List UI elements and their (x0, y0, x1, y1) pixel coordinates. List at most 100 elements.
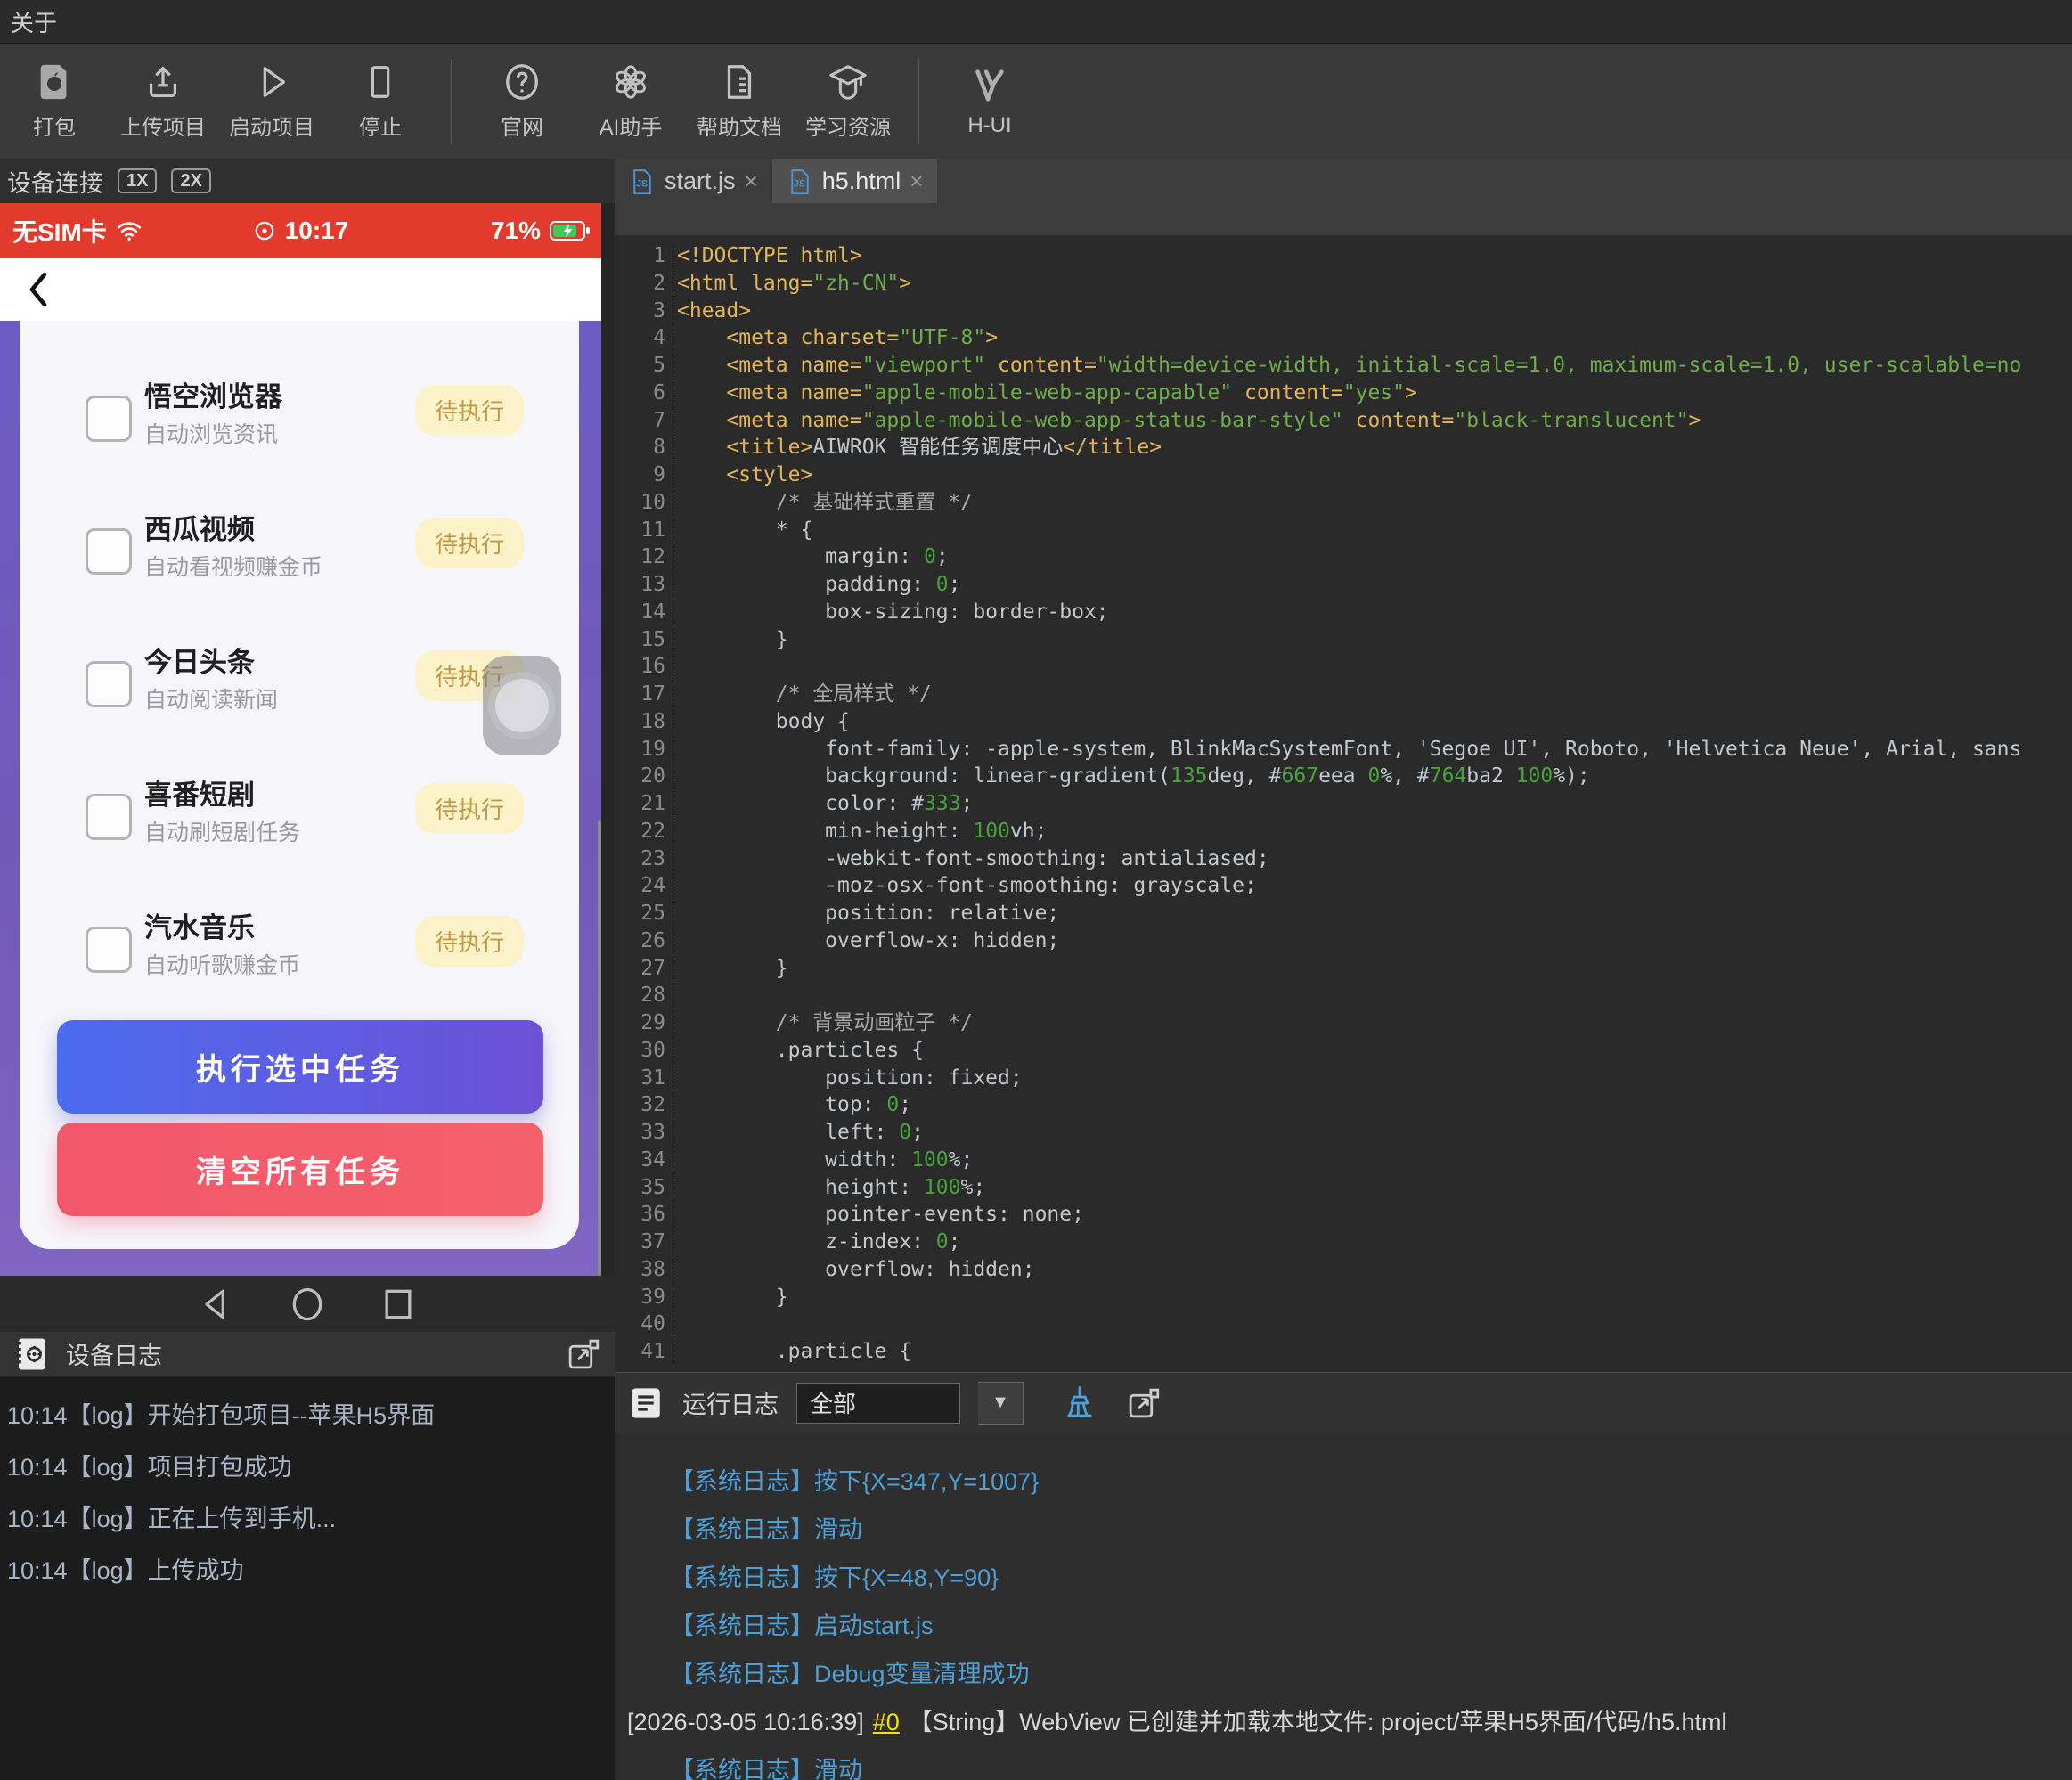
toolbar-divider (451, 58, 452, 144)
device-log-body[interactable]: 10:14【log】开始打包项目--苹果H5界面 10:14【log】项目打包成功… (0, 1377, 615, 1780)
line-number: 14 (615, 598, 673, 626)
line-text: color: #333; (677, 792, 974, 815)
code-line: 11 * { (615, 516, 2072, 544)
code-line: 13 padding: 0; (615, 571, 2072, 599)
task-subtitle: 自动浏览资讯 (144, 422, 279, 447)
task-checkbox[interactable] (86, 528, 132, 575)
phone-mirror[interactable]: 10:17 无SIM卡 71% 悟空浏览器 自动浏览资讯 待执行 西瓜视频 自动看视频赚… (0, 203, 601, 1276)
openai-icon (610, 61, 651, 102)
run-log-filter-dropdown-icon[interactable]: ▼ (978, 1381, 1024, 1425)
line-text: /* 背景动画粒子 */ (677, 1011, 973, 1034)
line-number: 19 (615, 735, 673, 763)
tab-h5-html-close-icon[interactable]: × (910, 167, 923, 195)
run-log-popout-icon[interactable] (1125, 1384, 1162, 1422)
clock-icon (253, 219, 276, 242)
line-text: font-family: -apple-system, BlinkMacSyst… (677, 737, 2022, 761)
back-chevron-icon[interactable] (23, 269, 53, 310)
line-text: -webkit-font-smoothing: antialiased; (677, 846, 1269, 870)
line-number: 25 (615, 900, 673, 927)
run-log-body[interactable]: 【系统日志】按下{X=347,Y=1007} 【系统日志】滑动 【系统日志】按下{X… (615, 1433, 2072, 1780)
tab-start-js-close-icon[interactable]: × (745, 167, 758, 195)
device-panel-header: 设备连接 1X 2X (0, 159, 615, 203)
line-number: 39 (615, 1283, 673, 1311)
mirror-zoom-1x-button[interactable]: 1X (118, 168, 158, 193)
document-icon (719, 61, 760, 102)
stop-button[interactable]: 停止 (326, 52, 435, 151)
task-subtitle: 自动刷短剧任务 (144, 821, 301, 845)
official-site-button[interactable]: 官网 (468, 52, 576, 151)
code-line: 3 <head> (615, 297, 2072, 325)
line-text: left: 0; (677, 1121, 924, 1144)
task-subtitle: 自动听歌赚金币 (144, 953, 301, 978)
log-anchor-link[interactable]: #0 (873, 1709, 900, 1735)
device-panel-scrollbar[interactable] (598, 820, 601, 1276)
code-line: 2 <html lang="zh-CN"> (615, 269, 2072, 298)
line-number: 23 (615, 845, 673, 873)
tab-start-js[interactable]: JS start.js × (615, 159, 772, 203)
run-log-entry: 【系统日志】Debug变量清理成功 (670, 1661, 1030, 1687)
task-checkbox[interactable] (86, 927, 132, 973)
task-checkbox[interactable] (86, 794, 132, 840)
hui-home-button[interactable]: H-UI (935, 52, 1044, 151)
line-number: 31 (615, 1064, 673, 1092)
execute-selected-button[interactable]: 执行选中任务 (57, 1020, 543, 1114)
nav-home-icon[interactable] (288, 1285, 327, 1324)
task-checkbox[interactable] (86, 661, 132, 707)
line-number: 7 (615, 406, 673, 435)
menu-about[interactable]: 关于 (0, 5, 68, 38)
line-text: overflow: hidden; (677, 1257, 1035, 1281)
upload-project-button[interactable]: 上传项目 (109, 52, 217, 151)
nav-recents-icon[interactable] (379, 1285, 418, 1324)
run-log-title: 运行日志 (682, 1392, 779, 1418)
code-line: 23 -webkit-font-smoothing: antialiased; (615, 845, 2072, 873)
code-line: 20 background: linear-gradient(135deg, #… (615, 763, 2072, 790)
app-window: 关于 打包 上传项目 启动项目 停止 官网 AI助手 帮助文档 学习资源 H-U… (0, 0, 2072, 1780)
code-line: 37 z-index: 0; (615, 1229, 2072, 1256)
clear-log-broom-icon[interactable] (1061, 1384, 1098, 1422)
code-line: 28 (615, 982, 2072, 1009)
line-text: <title>AIWROK 智能任务调度中心</title> (677, 436, 1162, 460)
start-project-button[interactable]: 启动项目 (217, 52, 326, 151)
device-log-title: 设备日志 (66, 1343, 162, 1369)
code-line: 7 <meta name="apple-mobile-web-app-statu… (615, 406, 2072, 435)
line-text: <!DOCTYPE html> (677, 244, 862, 267)
stop-label: 停止 (359, 116, 402, 140)
code-line: 15 } (615, 625, 2072, 654)
learning-resources-button[interactable]: 学习资源 (794, 52, 902, 151)
line-number: 26 (615, 927, 673, 955)
code-line: 18 body { (615, 707, 2072, 736)
line-text: /* 全局样式 */ (677, 682, 932, 706)
line-number: 34 (615, 1146, 673, 1174)
code-line: 35 height: 100%; (615, 1173, 2072, 1202)
task-title: 西瓜视频 (144, 514, 255, 545)
task-checkbox[interactable] (86, 396, 132, 442)
task-status-badge: 待执行 (414, 518, 524, 568)
tab-h5-html[interactable]: JS h5.html × (771, 159, 938, 203)
code-editor[interactable]: 1 <!DOCTYPE html> 2 <html lang="zh-CN"> 3 <he… (615, 235, 2072, 1372)
nav-back-icon[interactable] (197, 1285, 236, 1324)
mirror-zoom-2x-button[interactable]: 2X (171, 168, 211, 193)
code-line: 8 <title>AIWROK 智能任务调度中心</title> (615, 434, 2072, 461)
line-number: 9 (615, 461, 673, 489)
ai-assistant-button[interactable]: AI助手 (576, 52, 685, 151)
line-text: box-sizing: border-box; (677, 600, 1109, 624)
code-line: 36 pointer-events: none; (615, 1201, 2072, 1229)
line-text: top: 0; (677, 1093, 912, 1117)
device-log-popout-icon[interactable] (565, 1335, 602, 1373)
code-line: 29 /* 背景动画粒子 */ (615, 1009, 2072, 1037)
start-project-label: 启动项目 (229, 116, 314, 140)
line-text: min-height: 100vh; (677, 819, 1048, 843)
code-line: 32 top: 0; (615, 1091, 2072, 1119)
assistive-touch-ball[interactable] (483, 656, 561, 755)
code-line: 6 <meta name="apple-mobile-web-app-capab… (615, 379, 2072, 407)
package-button[interactable]: 打包 (0, 52, 109, 151)
clear-all-button[interactable]: 清空所有任务 (57, 1123, 543, 1216)
run-log-filter-select[interactable]: 全部 (796, 1382, 960, 1424)
tab-h5-html-label: h5.html (821, 167, 901, 194)
hui-logo-label: H-UI (967, 112, 1012, 137)
line-text: <meta name="apple-mobile-web-app-capable… (677, 380, 1417, 404)
run-log-icon (627, 1384, 665, 1422)
help-docs-button[interactable]: 帮助文档 (685, 52, 794, 151)
hui-logo-icon (969, 65, 1010, 106)
line-text: } (677, 627, 788, 651)
